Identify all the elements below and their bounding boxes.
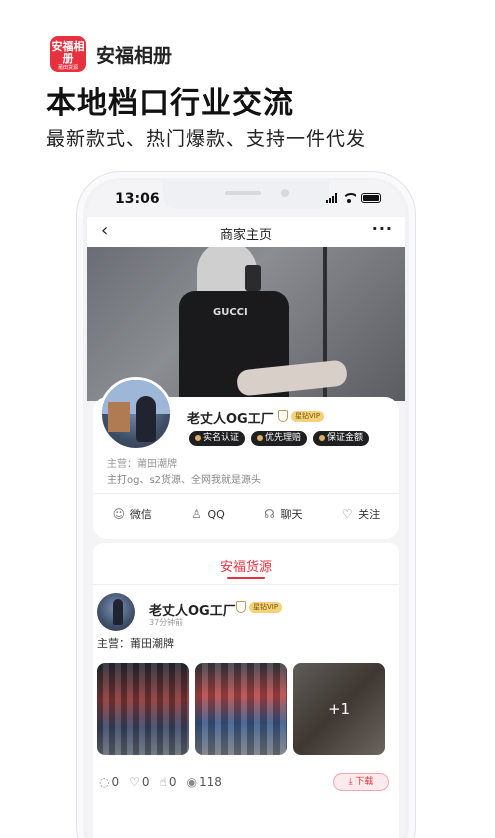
- app-logo: 安福相册 莆田货源: [50, 36, 86, 72]
- like-stat[interactable]: ♡ 0: [129, 775, 149, 789]
- post-image[interactable]: [97, 663, 189, 755]
- post-image[interactable]: [195, 663, 287, 755]
- promo-headline: 本地档口行业交流: [46, 86, 294, 121]
- status-time: 13:06: [115, 191, 160, 207]
- chat-button[interactable]: ☊ 聊天: [262, 506, 302, 522]
- bottom-area: [93, 811, 399, 838]
- wifi-icon: [342, 193, 356, 203]
- heart-icon: ♡: [129, 775, 140, 789]
- post-text: 主营：莆田潮牌: [97, 637, 174, 650]
- chat-icon: ☊: [264, 507, 275, 521]
- tag-deposit: 保证金额: [313, 431, 370, 446]
- shop-tags: 实名认证 优先理赔 保证金额: [189, 431, 370, 446]
- comment-icon: ◌: [99, 775, 110, 789]
- tag-priority-claim: 优先理赔: [251, 431, 308, 446]
- follow-button[interactable]: ♡ 关注: [340, 506, 380, 522]
- qq-icon: ♙: [191, 507, 202, 521]
- shop-avatar[interactable]: [99, 377, 173, 451]
- more-icon[interactable]: ···: [372, 219, 393, 238]
- post-time: 37分钟前: [149, 618, 184, 627]
- vip-badge: 星钻VIP: [249, 601, 283, 613]
- promo-subline: 最新款式、热门爆款、支持一件代发: [46, 128, 367, 150]
- front-camera: [281, 189, 289, 197]
- promo-header: 安福相册 莆田货源 安福相册 本地档口行业交流 最新款式、热门爆款、支持一件代发: [0, 0, 495, 170]
- contact-actions: ☺ 微信 ♙ QQ ☊ 聊天 ♡ 关注: [93, 501, 399, 527]
- divider: [93, 493, 399, 494]
- speaker: [225, 191, 261, 195]
- eye-icon: ◉: [186, 775, 197, 789]
- logo-text: 安福相册: [51, 40, 85, 65]
- vip-badge: 星钻VIP: [291, 410, 325, 422]
- logo-subtext: 莆田货源: [57, 65, 78, 71]
- app-name: 安福相册: [96, 45, 173, 67]
- post-avatar[interactable]: [97, 593, 135, 631]
- page-title: 商家主页: [219, 228, 272, 243]
- tag-dot-icon: [195, 434, 201, 441]
- post-images: +1: [97, 663, 385, 755]
- comment-stat[interactable]: ◌ 0: [99, 775, 119, 789]
- wechat-icon: ☺: [112, 507, 126, 521]
- tab-goods[interactable]: 安福货源: [93, 556, 399, 575]
- post-image[interactable]: +1: [293, 663, 385, 755]
- download-button[interactable]: ⤓ 下载: [333, 773, 389, 791]
- qq-button[interactable]: ♙ QQ: [189, 507, 225, 521]
- main-business: 主营：莆田潮牌: [107, 459, 177, 470]
- tag-dot-icon: [257, 434, 264, 441]
- profile-card: 老丈人OG工厂 星钻VIP 实名认证 优先理赔 保证金额 主营：莆田潮牌 主打o…: [93, 377, 399, 539]
- signal-icon: [326, 193, 337, 203]
- shop-name: 老丈人OG工厂: [187, 412, 274, 427]
- phone-screen: 13:06 ‹ 商家主页 ··· GUCCI 老丈人OG工厂 星钻VIP 实名认…: [87, 181, 405, 838]
- verified-shield-icon: [236, 601, 246, 613]
- thumbs-up-stat[interactable]: ☝ 0: [160, 775, 177, 789]
- shop-description: 主打og、s2货源、全网我就是源头: [107, 475, 262, 486]
- cover-shirt-text: GUCCI: [213, 307, 248, 318]
- views-stat: ◉ 118: [186, 775, 222, 789]
- more-images-count: +1: [293, 663, 385, 755]
- tag-dot-icon: [319, 434, 326, 441]
- post-card: 老丈人OG工厂 星钻VIP 37分钟前 主营：莆田潮牌 +1 ◌ 0 ♡ 0 ☝ 0 …: [93, 585, 399, 811]
- verified-shield-icon: [278, 410, 288, 422]
- cover-phone: [245, 265, 261, 291]
- battery-icon: [361, 193, 381, 203]
- nav-bar: ‹ 商家主页 ···: [87, 217, 405, 247]
- status-icons: [326, 193, 381, 203]
- follow-icon: ♡: [341, 507, 353, 521]
- tag-real-name: 实名认证: [189, 431, 246, 446]
- tab-underline: [227, 577, 265, 579]
- wechat-button[interactable]: ☺ 微信: [112, 506, 152, 522]
- post-badges: 星钻VIP: [236, 601, 283, 613]
- shop-badges: 星钻VIP: [278, 410, 325, 422]
- post-stats: ◌ 0 ♡ 0 ☝ 0 ◉ 118: [99, 775, 222, 789]
- goods-section-header: 安福货源: [93, 543, 399, 585]
- phone-notch: [163, 181, 329, 209]
- thumbs-up-icon: ☝: [159, 775, 167, 789]
